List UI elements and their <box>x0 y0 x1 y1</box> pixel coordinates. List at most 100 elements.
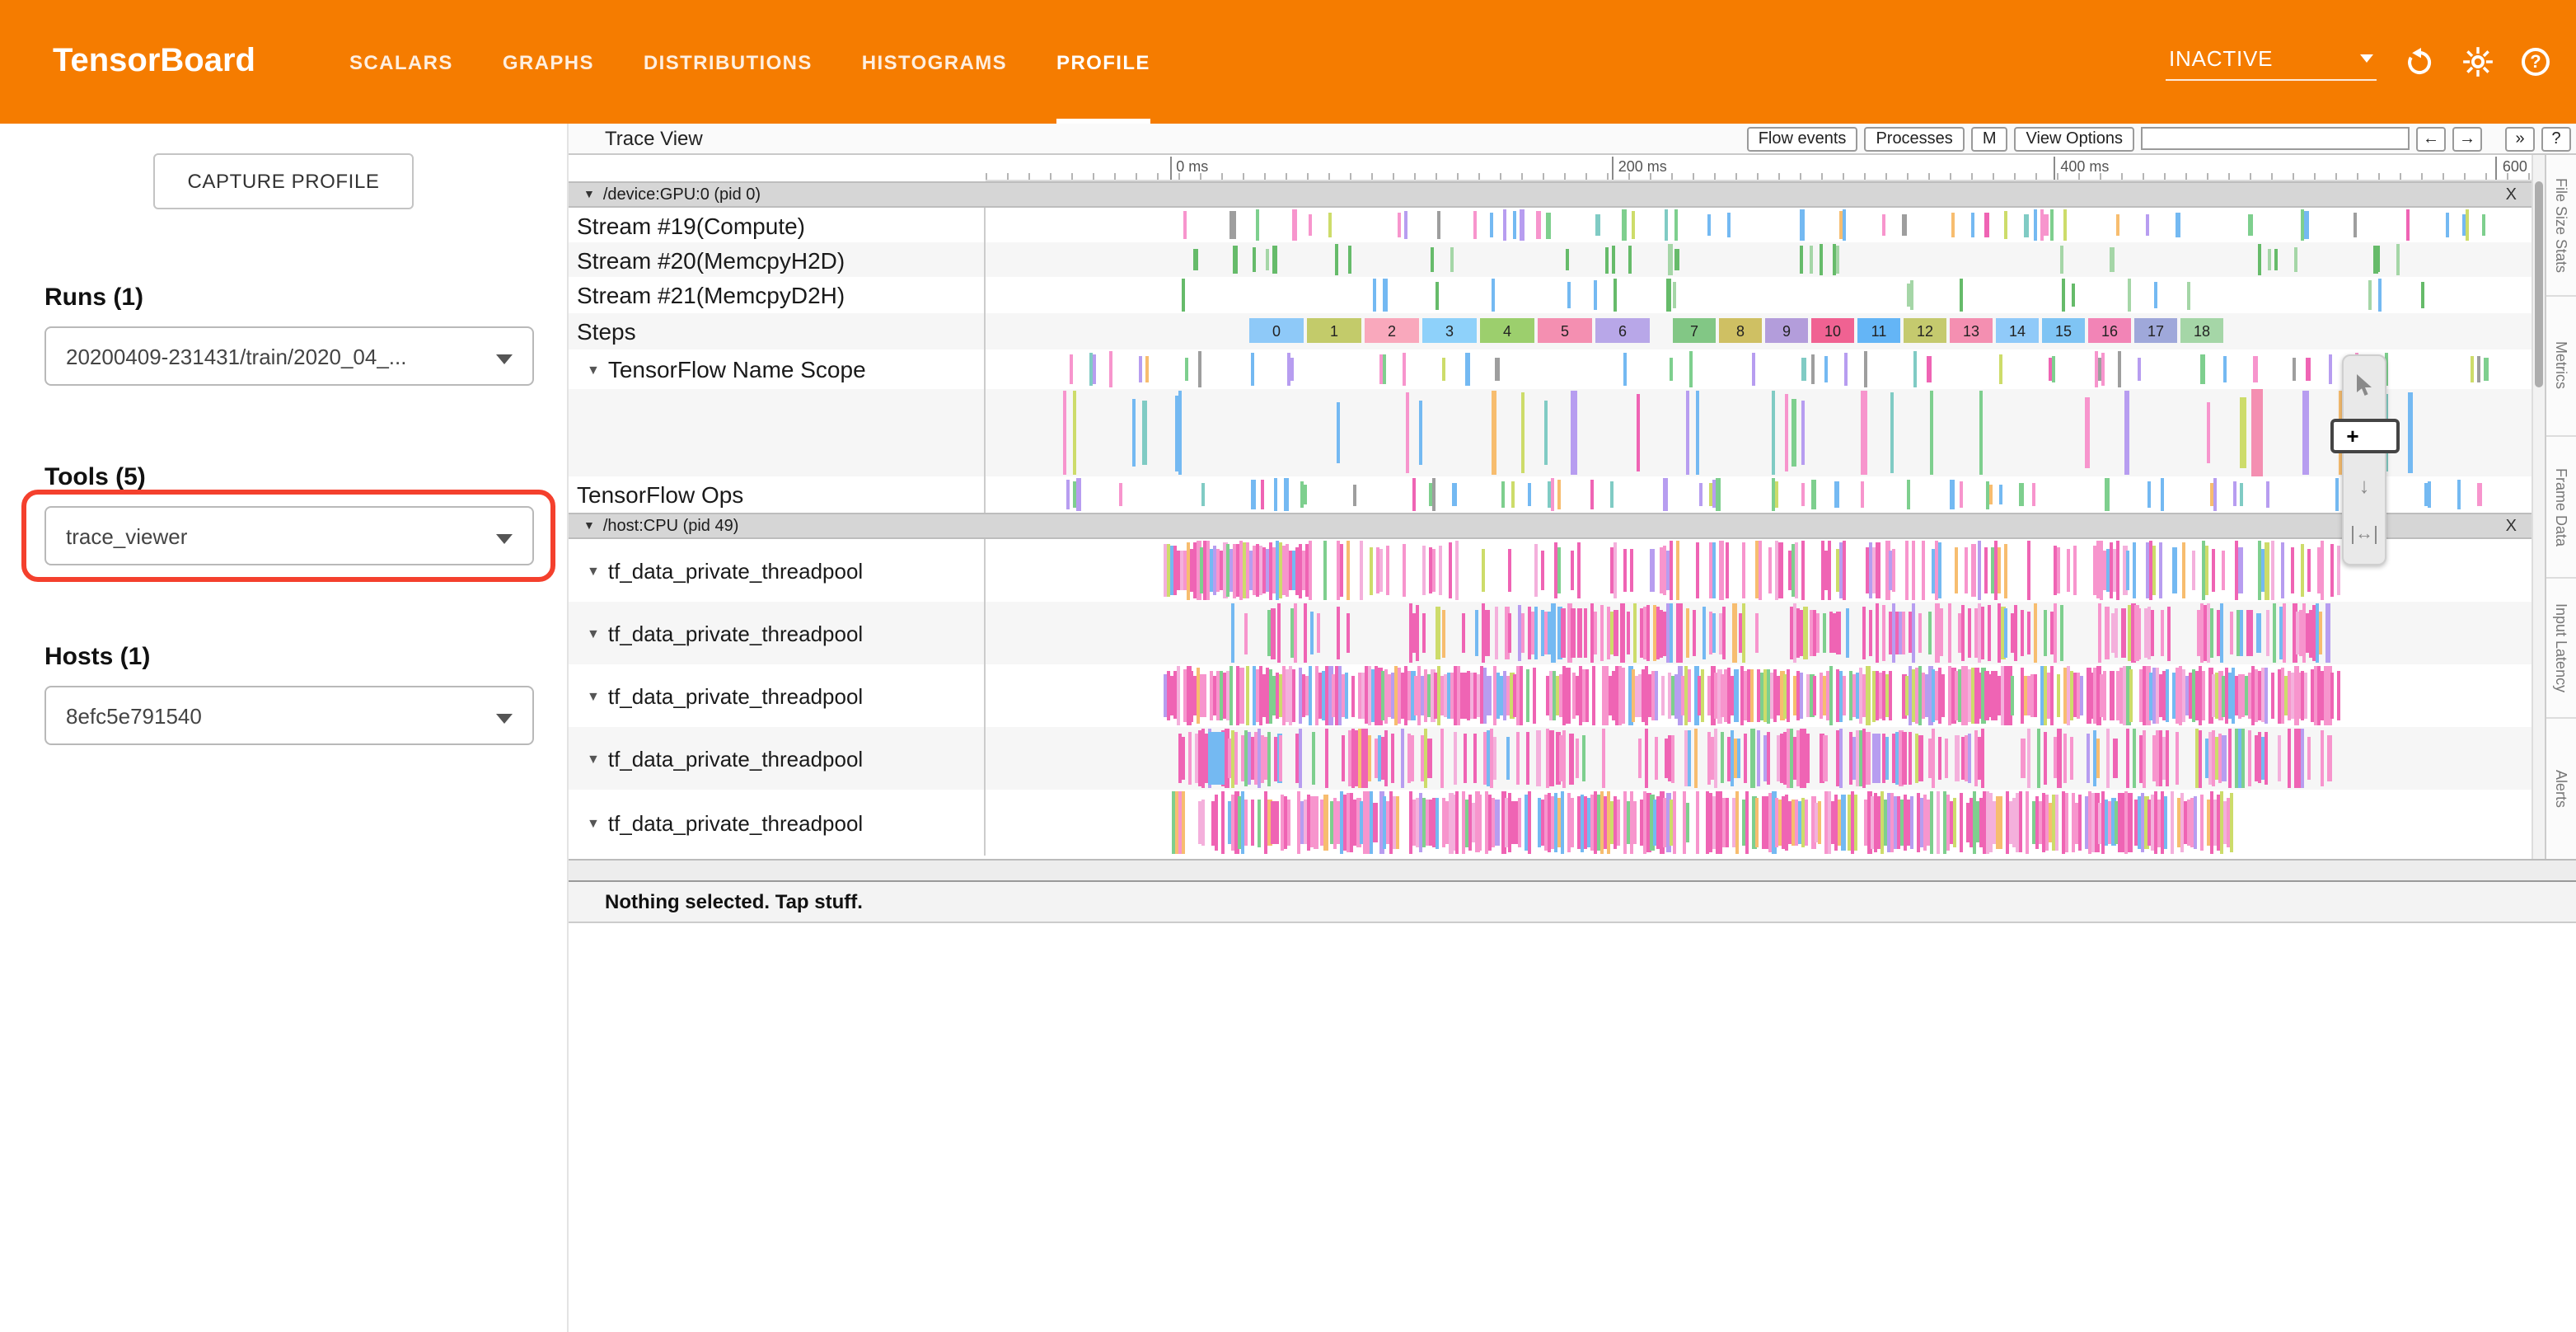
track-lane[interactable] <box>986 208 2532 242</box>
step-block-2[interactable]: 2 <box>1365 318 1419 343</box>
settings-icon[interactable] <box>2462 46 2494 77</box>
step-block-3[interactable]: 3 <box>1422 318 1477 343</box>
track-label: Stream #21(MemcpyD2H) <box>569 277 986 313</box>
nav-back-button[interactable]: ← <box>2416 126 2446 151</box>
track-label: Stream #19(Compute) <box>569 208 986 242</box>
track-lane[interactable] <box>986 389 2532 476</box>
collapse-arrow-icon[interactable]: ▼ <box>583 189 595 200</box>
tab-scalars[interactable]: SCALARS <box>349 0 453 124</box>
hosts-label: Hosts (1) <box>44 643 534 671</box>
process-header-device-gpu-0-pid-0[interactable]: ▼/device:GPU:0 (pid 0)X <box>569 181 2532 208</box>
step-block-13[interactable]: 13 <box>1950 318 1993 343</box>
selection-tool-icon[interactable] <box>2347 368 2382 403</box>
track-name: Stream #19(Compute) <box>577 212 805 238</box>
runs-select[interactable]: 20200409-231431/train/2020_04_... <box>44 326 534 386</box>
scrollbar-thumb[interactable] <box>2535 181 2543 387</box>
track-lane[interactable] <box>986 602 2532 664</box>
trace-viewer-panel: Trace View Flow eventsProcesses M View Opt… <box>569 124 2576 1332</box>
nav-forward-button[interactable]: → <box>2452 126 2482 151</box>
expand-arrow-icon[interactable]: ▼ <box>587 626 600 640</box>
track-row: ▼tf_data_private_threadpool <box>569 727 2532 790</box>
step-block-16[interactable]: 16 <box>2088 318 2131 343</box>
track-lane[interactable] <box>986 349 2532 389</box>
ruler-label: 600 <box>2496 157 2527 180</box>
toolbar-processes-button[interactable]: Processes <box>1864 126 1964 151</box>
close-icon[interactable]: X <box>2506 517 2517 535</box>
process-header-host-cpu-pid-49[interactable]: ▼/host:CPU (pid 49)X <box>569 513 2532 539</box>
track-label: Stream #20(MemcpyH2D) <box>569 242 986 277</box>
step-block-12[interactable]: 12 <box>1904 318 1946 343</box>
track-lane[interactable] <box>986 539 2532 602</box>
expand-arrow-icon[interactable]: ▼ <box>587 688 600 703</box>
toolbar-flow-events-button[interactable]: Flow events <box>1747 126 1858 151</box>
step-block-11[interactable]: 11 <box>1857 318 1900 343</box>
track-lane[interactable] <box>986 727 2532 790</box>
track-lane[interactable]: 0123456789101112131415161718 <box>986 313 2532 349</box>
track-row: ▼TensorFlow Name Scope <box>569 349 2532 389</box>
track-lane[interactable] <box>986 242 2532 277</box>
step-block-10[interactable]: 10 <box>1811 318 1854 343</box>
track-label <box>569 389 986 476</box>
trace-help-button[interactable]: ? <box>2541 126 2571 151</box>
step-block-15[interactable]: 15 <box>2042 318 2085 343</box>
track-label: ▼TensorFlow Name Scope <box>569 349 986 389</box>
expand-arrow-icon[interactable]: ▼ <box>587 751 600 766</box>
side-tab-alerts[interactable]: Alerts <box>2546 720 2576 859</box>
trace-search-input[interactable] <box>2141 127 2410 150</box>
step-block-17[interactable]: 17 <box>2134 318 2177 343</box>
status-dropdown[interactable]: INACTIVE <box>2166 43 2377 81</box>
step-block-18[interactable]: 18 <box>2180 318 2223 343</box>
step-block-14[interactable]: 14 <box>1996 318 2039 343</box>
side-tab-frame-data[interactable]: Frame Data <box>2546 437 2576 578</box>
tab-graphs[interactable]: GRAPHS <box>503 0 594 124</box>
timeline-ruler[interactable]: 0 ms200 ms400 ms600 <box>986 155 2532 181</box>
pan-tool-icon[interactable]: ↓ <box>2347 467 2382 502</box>
capture-profile-button[interactable]: CAPTURE PROFILE <box>153 153 414 209</box>
details-message: Nothing selected. Tap stuff. <box>605 890 863 913</box>
tab-profile[interactable]: PROFILE <box>1056 0 1150 124</box>
details-panel-body <box>569 923 2576 1332</box>
close-icon[interactable]: X <box>2506 185 2517 204</box>
vertical-scrollbar[interactable] <box>2532 155 2545 859</box>
track-lane[interactable] <box>986 476 2532 513</box>
step-block-4[interactable]: 4 <box>1480 318 1534 343</box>
tools-select[interactable]: trace_viewer <box>44 506 534 565</box>
trace-view-title: Trace View <box>605 127 703 150</box>
zoom-tool-icon[interactable]: + <box>2330 418 2399 453</box>
side-tab-input-latency[interactable]: Input Latency <box>2546 579 2576 720</box>
track-name: tf_data_private_threadpool <box>608 558 863 583</box>
nav-tabs: SCALARS GRAPHS DISTRIBUTIONS HISTOGRAMS PROF… <box>349 0 1150 124</box>
trace-toolbar-buttons: Flow eventsProcesses M View Options ←→ »? <box>1747 126 2571 151</box>
refresh-icon[interactable] <box>2405 47 2434 77</box>
step-block-7[interactable]: 7 <box>1673 318 1716 343</box>
toolbar-m-button[interactable]: M <box>1971 126 2008 151</box>
side-tab-file-size-stats[interactable]: File Size Stats <box>2546 155 2576 296</box>
tab-distributions[interactable]: DISTRIBUTIONS <box>644 0 813 124</box>
collapse-panel-button[interactable]: » <box>2505 126 2535 151</box>
tab-histograms[interactable]: HISTOGRAMS <box>862 0 1007 124</box>
tensorboard-app: TensorBoard SCALARSGRAPHSDISTRIBUTIONSHI… <box>0 0 2576 1332</box>
collapse-arrow-icon[interactable]: ▼ <box>583 520 595 532</box>
track-lane[interactable] <box>986 664 2532 727</box>
track-lane[interactable] <box>986 790 2532 856</box>
step-block-9[interactable]: 9 <box>1765 318 1808 343</box>
ruler-label: 0 ms <box>1169 157 1208 180</box>
help-icon[interactable]: ? <box>2522 48 2550 76</box>
step-block-6[interactable]: 6 <box>1595 318 1650 343</box>
hosts-select[interactable]: 8efc5e791540 <box>44 686 534 745</box>
trace-tool-palette: + ↓ ↔ <box>2342 354 2386 565</box>
step-block-8[interactable]: 8 <box>1719 318 1762 343</box>
side-tab-metrics[interactable]: Metrics <box>2546 296 2576 437</box>
track-label: ▼tf_data_private_threadpool <box>569 790 986 856</box>
expand-arrow-icon[interactable]: ▼ <box>587 362 600 377</box>
timing-tool-icon[interactable]: ↔ <box>2347 517 2382 551</box>
step-block-0[interactable]: 0 <box>1249 318 1304 343</box>
chevron-down-icon <box>496 354 513 364</box>
tools-group: Tools (5) trace_viewer <box>44 463 534 565</box>
track-lane[interactable] <box>986 277 2532 313</box>
step-block-5[interactable]: 5 <box>1538 318 1592 343</box>
step-block-1[interactable]: 1 <box>1307 318 1361 343</box>
expand-arrow-icon[interactable]: ▼ <box>587 563 600 578</box>
toolbar-view-options-button[interactable]: View Options <box>2015 126 2135 151</box>
expand-arrow-icon[interactable]: ▼ <box>587 815 600 830</box>
